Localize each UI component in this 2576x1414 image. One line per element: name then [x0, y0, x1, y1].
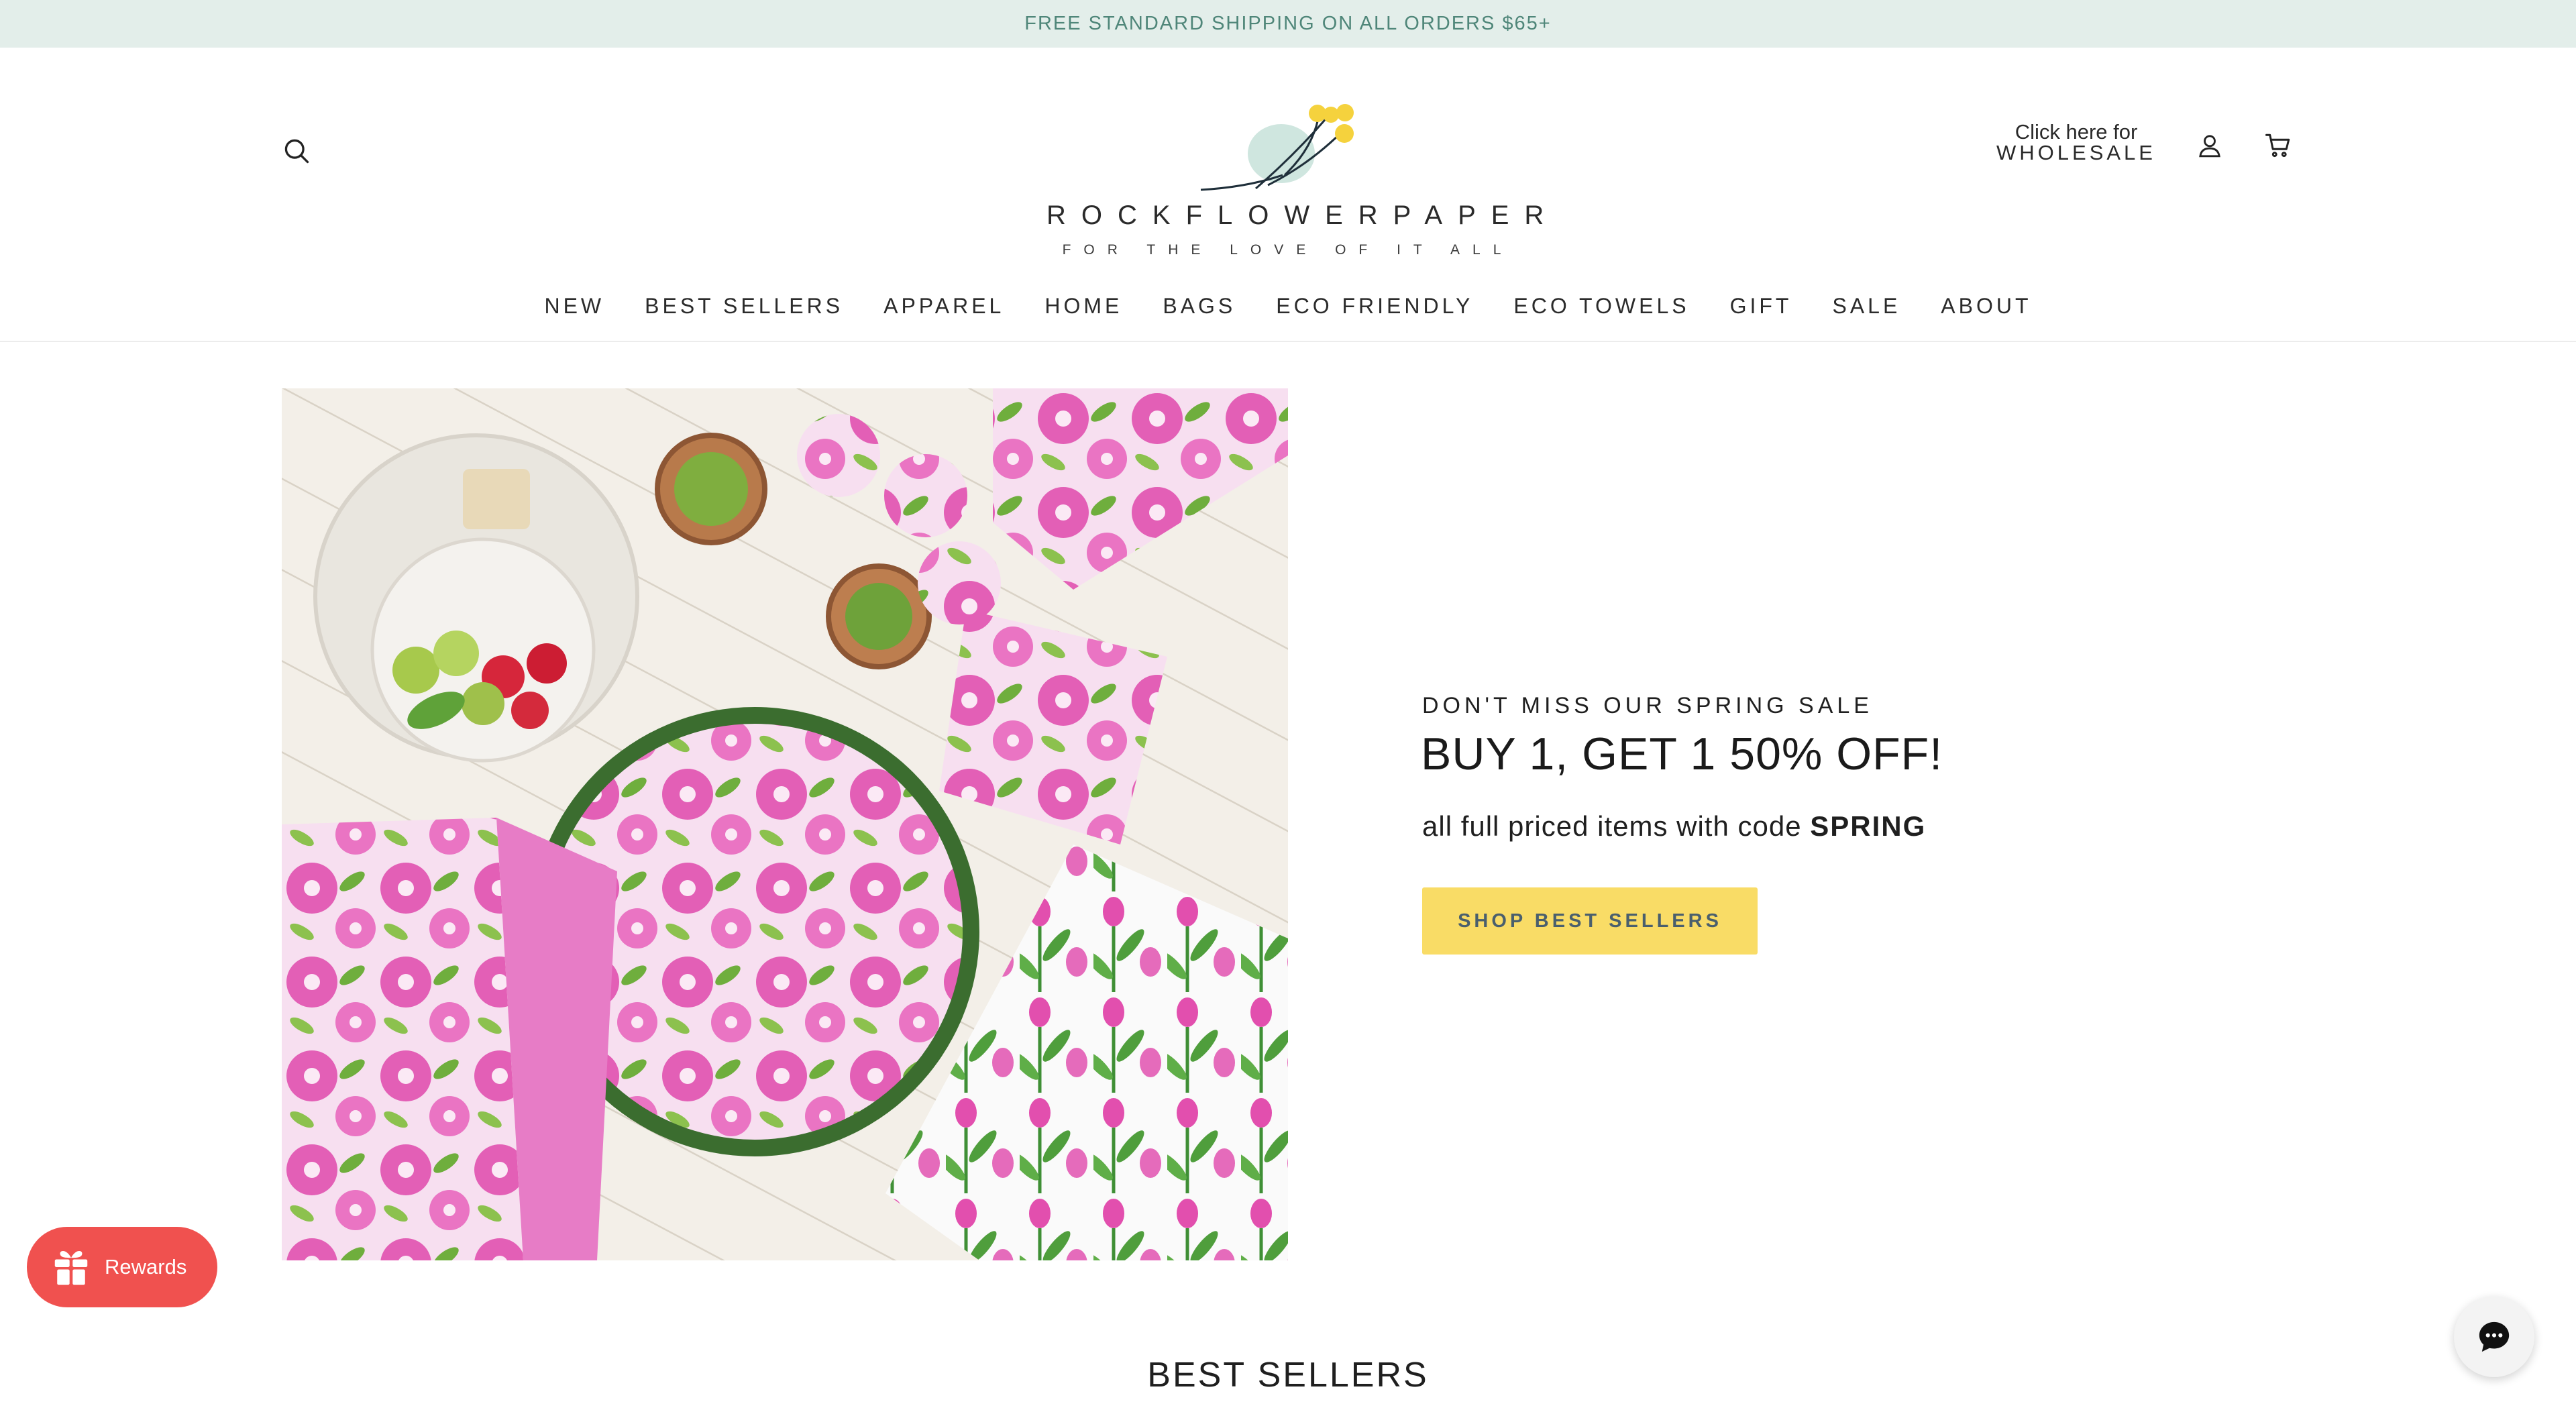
brand-logo[interactable]: ROCKFLOWERPAPER FOR THE LOVE OF IT ALL [1046, 74, 1560, 289]
search-icon [284, 139, 309, 164]
nav-item-about[interactable]: ABOUT [1921, 294, 2051, 319]
account-icon [2199, 135, 2220, 158]
site-header: ROCKFLOWERPAPER FOR THE LOVE OF IT ALL C… [0, 48, 2576, 342]
announcement-text: FREE STANDARD SHIPPING ON ALL ORDERS $65… [1024, 13, 1552, 34]
wholesale-line-2: WHOLESALE [1996, 141, 2156, 164]
cart-icon [2265, 133, 2290, 158]
nav-item-eco-towels[interactable]: ECO TOWELS [1493, 294, 1709, 319]
nav-item-bags[interactable]: BAGS [1142, 294, 1256, 319]
announcement-bar: FREE STANDARD SHIPPING ON ALL ORDERS $65… [0, 0, 2576, 48]
chat-button[interactable] [2454, 1297, 2534, 1377]
search-button[interactable] [276, 131, 317, 171]
shop-best-sellers-button[interactable]: SHOP BEST SELLERS [1422, 887, 1758, 955]
main-navigation: NEW BEST SELLERS APPAREL HOME BAGS ECO F… [0, 276, 2576, 336]
wholesale-line-1: Click here for [2015, 120, 2138, 144]
gift-icon [54, 1251, 88, 1285]
flower-logo-icon [1200, 104, 1354, 191]
brand-tagline: FOR THE LOVE OF IT ALL [1062, 242, 1514, 258]
hero-subline-text: all full priced items with code [1422, 810, 1811, 842]
nav-item-home[interactable]: HOME [1024, 294, 1142, 319]
rewards-button[interactable]: Rewards [27, 1227, 217, 1307]
nav-item-best-sellers[interactable]: BEST SELLERS [625, 294, 863, 319]
hero-headline: BUY 1, GET 1 50% OFF! [1421, 728, 1943, 779]
chat-icon [2479, 1321, 2510, 1352]
rewards-label: Rewards [105, 1255, 187, 1279]
brand-name: ROCKFLOWERPAPER [1046, 201, 1560, 230]
promo-code: SPRING [1810, 810, 1927, 842]
nav-item-sale[interactable]: SALE [1812, 294, 1921, 319]
nav-item-new[interactable]: NEW [524, 294, 625, 319]
hero-eyebrow: DON'T MISS OUR SPRING SALE [1422, 693, 1873, 718]
hero-product-image[interactable] [282, 388, 1288, 1260]
wholesale-link[interactable]: Click here for WHOLESALE [1986, 121, 2167, 163]
cart-button[interactable] [2259, 127, 2297, 164]
nav-item-eco-friendly[interactable]: ECO FRIENDLY [1256, 294, 1493, 319]
hero-subline: all full priced items with code SPRING [1422, 810, 1926, 842]
nav-item-apparel[interactable]: APPAREL [863, 294, 1024, 319]
best-sellers-heading: BEST SELLERS [1147, 1356, 1429, 1395]
nav-item-gift[interactable]: GIFT [1710, 294, 1813, 319]
account-button[interactable] [2191, 127, 2229, 164]
